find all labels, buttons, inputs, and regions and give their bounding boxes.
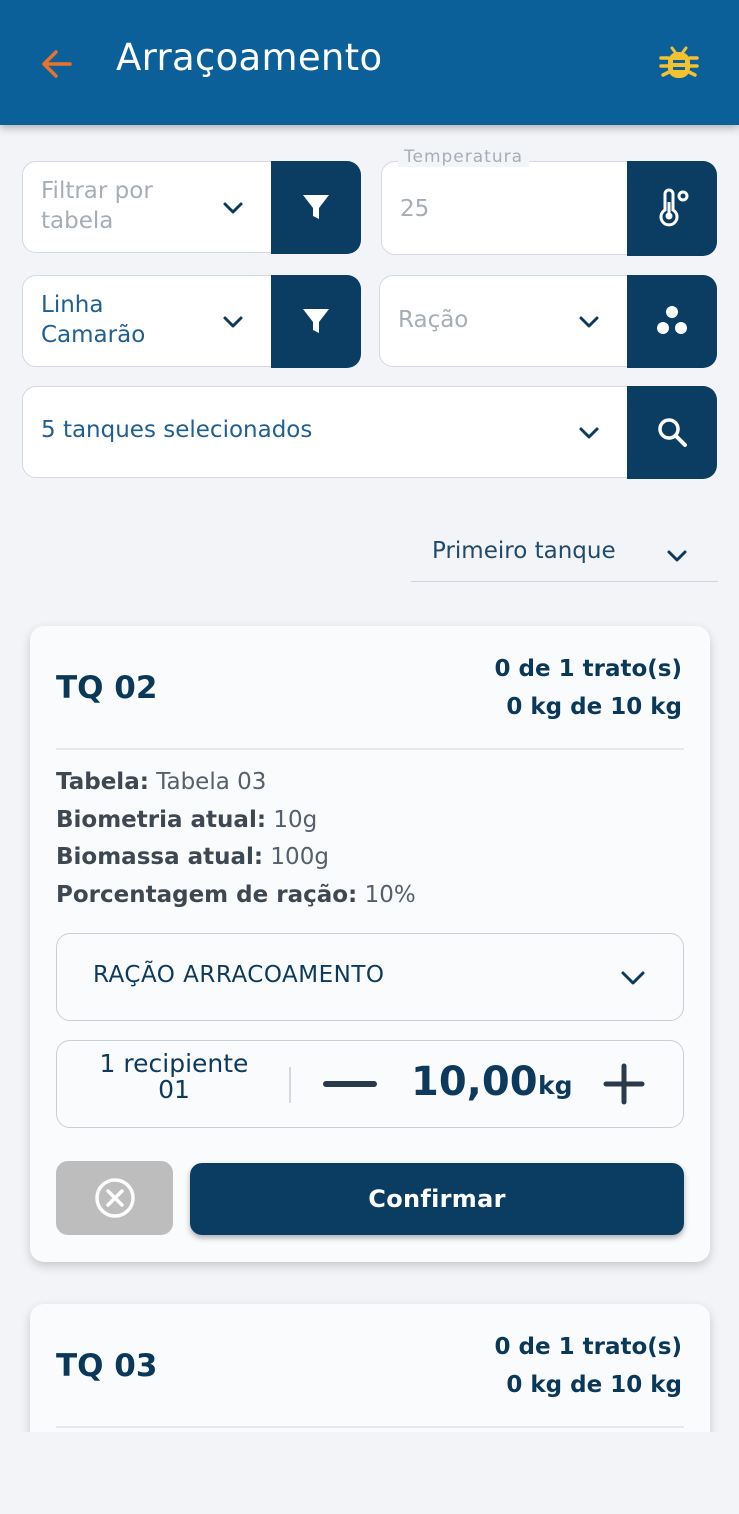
tank-progress: 0 de 1 trato(s) 0 kg de 10 kg <box>495 1328 682 1404</box>
divider <box>56 1426 684 1428</box>
decrement-button[interactable] <box>323 1081 377 1087</box>
tanks-value: 5 tanques selecionados <box>41 417 313 443</box>
chevron-down-icon <box>579 427 599 439</box>
tank-name: TQ 02 <box>56 670 158 706</box>
close-circle-icon <box>94 1178 135 1218</box>
filter-icon <box>302 309 329 333</box>
confirm-button[interactable]: Confirmar <box>190 1163 684 1235</box>
feed-type-select[interactable]: RAÇÃO ARRACOAMENTO <box>56 933 684 1021</box>
info-biomass: Biomassa atual: 100g <box>56 844 329 870</box>
quantity-unit: kg <box>538 1071 573 1100</box>
page-title: Arraçoamento <box>116 36 383 79</box>
feed-type-value: RAÇÃO ARRACOAMENTO <box>93 962 385 988</box>
filter-icon <box>302 195 329 219</box>
back-button[interactable] <box>36 42 80 86</box>
bug-icon <box>659 46 699 78</box>
temperature-input[interactable]: 25 <box>400 194 429 224</box>
temperature-label: Temperatura <box>398 147 530 167</box>
chevron-down-icon <box>579 316 599 328</box>
info-feed-percentage: Porcentagem de ração: 10% <box>56 881 416 908</box>
tank-card: TQ 02 0 de 1 trato(s) 0 kg de 10 kg Tabe… <box>30 626 710 1262</box>
tank-info: Tabela: Tabela 03 Biometria atual: 10g B… <box>56 764 416 914</box>
table-filter-placeholder: Filtrar por tabela <box>41 178 153 234</box>
chevron-down-icon <box>223 316 243 328</box>
arrow-left-icon <box>42 50 72 78</box>
quantity-value[interactable]: 10,00 <box>411 1059 538 1105</box>
tank-progress: 0 de 1 trato(s) 0 kg de 10 kg <box>495 650 682 726</box>
app-bar: Arraçoamento <box>0 0 739 125</box>
container-selector[interactable]: 1 recipiente 01 <box>79 1051 269 1103</box>
tank-name: TQ 03 <box>56 1348 158 1384</box>
increment-button[interactable] <box>603 1063 645 1105</box>
temperature-button[interactable] <box>626 160 717 256</box>
treatments-count: 0 de 1 trato(s) <box>494 1334 682 1360</box>
thermometer-icon <box>659 188 688 227</box>
search-icon <box>657 418 687 447</box>
line-filter-button[interactable] <box>270 274 361 368</box>
separator <box>289 1067 291 1103</box>
table-filter-button[interactable] <box>270 160 361 254</box>
search-button[interactable] <box>626 385 717 479</box>
feed-select[interactable]: Ração <box>379 274 717 368</box>
bottom-area <box>0 1432 739 1514</box>
info-table: Tabela: Tabela 03 <box>56 769 267 795</box>
feed-placeholder: Ração <box>398 307 469 333</box>
chevron-down-icon <box>621 971 645 985</box>
feed-weight: 0 kg de 10 kg <box>506 1372 682 1398</box>
quantity-stepper: 1 recipiente 01 10,00 kg <box>56 1040 684 1128</box>
sort-value: Primeiro tanque <box>432 538 616 564</box>
debug-button[interactable] <box>656 40 702 86</box>
tanks-select[interactable]: 5 tanques selecionados <box>22 385 717 479</box>
temperature-field[interactable]: Temperatura 25 <box>381 147 717 256</box>
info-biometry: Biometria atual: 10g <box>56 806 318 833</box>
line-filter-select[interactable]: Linha Camarão <box>22 274 361 368</box>
divider <box>56 748 684 750</box>
chevron-down-icon <box>667 550 687 562</box>
feed-button[interactable] <box>626 274 717 368</box>
feed-weight: 0 kg de 10 kg <box>506 694 682 720</box>
table-filter-select[interactable]: Filtrar por tabela <box>22 160 361 254</box>
treatments-count: 0 de 1 trato(s) <box>494 656 682 682</box>
feed-pellets-icon <box>656 306 687 334</box>
line-filter-value: Linha Camarão <box>41 292 146 348</box>
sort-select[interactable]: Primeiro tanque <box>411 530 718 582</box>
cancel-button[interactable] <box>56 1161 173 1235</box>
chevron-down-icon <box>223 202 243 214</box>
plus-icon <box>603 1063 645 1105</box>
